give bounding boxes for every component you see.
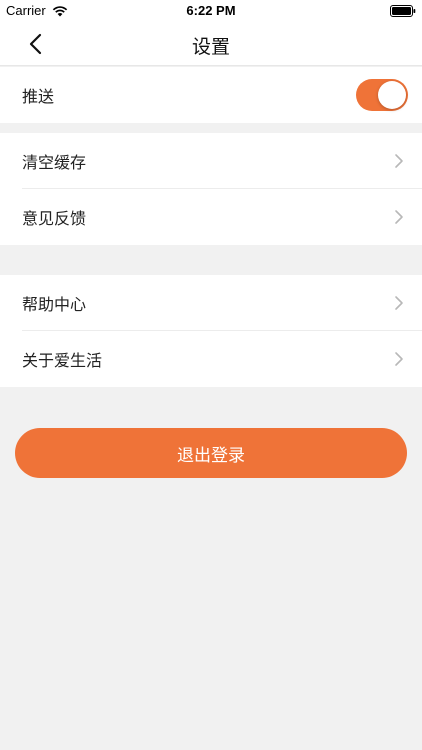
row-feedback[interactable]: 意见反馈 [0, 189, 422, 245]
page-title: 设置 [191, 36, 230, 58]
chevron-right-icon [395, 154, 403, 168]
toggle-knob [378, 81, 406, 109]
about-label: 关于爱生活 [22, 351, 103, 370]
section-notifications: 推送 [0, 67, 422, 123]
row-push: 推送 [0, 67, 422, 123]
navigation-bar: 设置 [0, 22, 422, 66]
push-toggle[interactable] [356, 79, 408, 111]
row-clear-cache[interactable]: 清空缓存 [0, 133, 422, 189]
section-about: 帮助中心 关于爱生活 [0, 275, 422, 387]
row-about[interactable]: 关于爱生活 [0, 331, 422, 387]
logout-button[interactable]: 退出登录 [15, 428, 407, 478]
battery-icon [390, 5, 416, 17]
clear-cache-label: 清空缓存 [22, 153, 87, 172]
status-time: 6:22 PM [186, 3, 236, 18]
status-bar: Carrier 6:22 PM [0, 0, 422, 22]
section-general: 清空缓存 意见反馈 [0, 133, 422, 245]
row-help-center[interactable]: 帮助中心 [0, 275, 422, 331]
push-label: 推送 [22, 87, 55, 106]
chevron-right-icon [395, 296, 403, 310]
feedback-label: 意见反馈 [22, 209, 87, 228]
help-center-label: 帮助中心 [22, 295, 87, 314]
settings-screen: Carrier 6:22 PM 设置 推送 清空缓存 意见反馈 帮助中心 关于爱… [0, 0, 422, 750]
chevron-right-icon [395, 210, 403, 224]
chevron-right-icon [395, 352, 403, 366]
